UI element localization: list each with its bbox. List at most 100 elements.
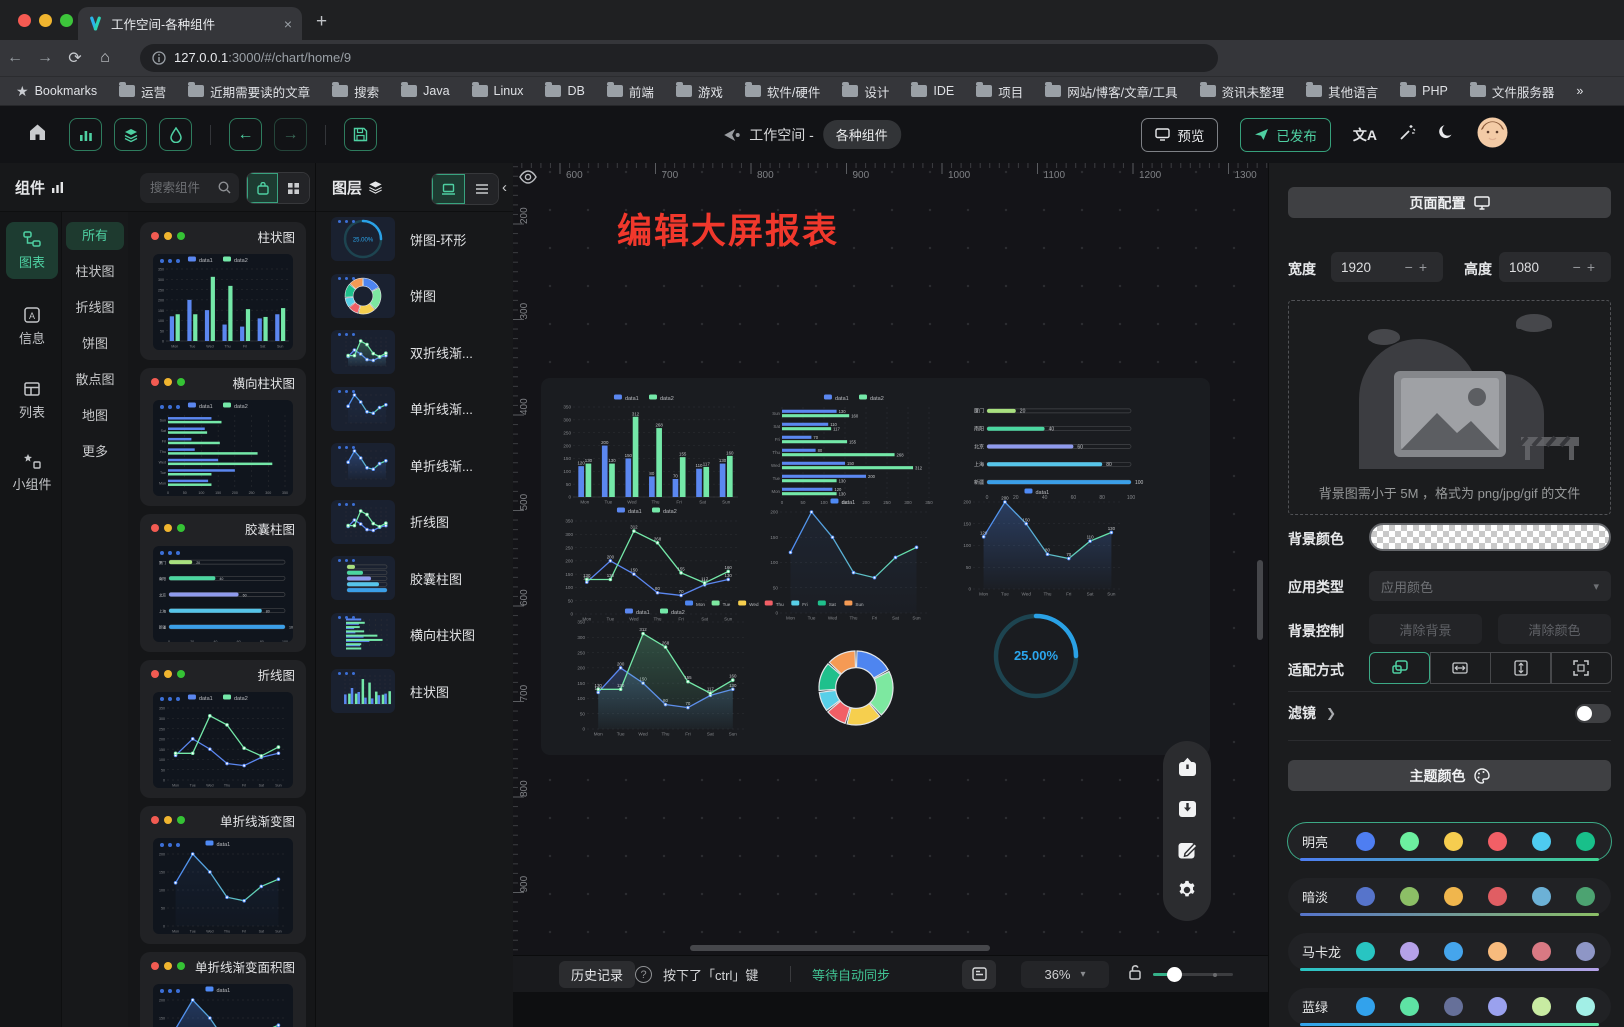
app-home-icon[interactable]: [28, 123, 47, 146]
fit-option-2[interactable]: [1490, 652, 1551, 684]
canvas-vertical-scrollbar[interactable]: [1257, 560, 1263, 640]
canvas-horizontal-scrollbar[interactable]: [690, 945, 990, 951]
bookmark-item[interactable]: 搜索: [332, 82, 379, 101]
single-view-toggle[interactable]: [247, 173, 278, 203]
bookmark-item[interactable]: 资讯未整理: [1200, 82, 1285, 101]
category-折线图[interactable]: 折线图: [66, 294, 124, 322]
back-icon[interactable]: ←: [0, 49, 30, 67]
zoom-slider-knob[interactable]: [1167, 967, 1182, 982]
bookmark-item[interactable]: 网站/博客/文章/工具: [1045, 82, 1177, 101]
guides-eye-icon[interactable]: [518, 167, 538, 187]
fit-option-1[interactable]: [1430, 652, 1491, 684]
layer-item-折线图[interactable]: 折线图: [331, 500, 449, 544]
workspace-name-pill[interactable]: 各种组件: [823, 120, 901, 149]
settings-gear-icon[interactable]: [1176, 879, 1198, 906]
layer-item-单折线渐...[interactable]: 单折线渐...: [331, 387, 473, 431]
bookmark-item[interactable]: Java: [401, 84, 449, 98]
home-icon[interactable]: ⌂: [90, 49, 120, 67]
background-upload-area[interactable]: 背景图需小于 5M ，格式为 png/jpg/gif 的文件: [1288, 300, 1611, 515]
dark-mode-moon-icon[interactable]: [1438, 124, 1455, 146]
bookmark-item[interactable]: 软件/硬件: [745, 82, 820, 101]
bookmark-item[interactable]: 游戏: [676, 82, 723, 101]
preview-chart-donut[interactable]: MonTueWedThuFriSatSun: [619, 598, 937, 750]
edit-icon[interactable]: [1176, 839, 1198, 866]
theme-row-马卡龙[interactable]: 马卡龙: [1288, 933, 1611, 970]
layer-item-双折线渐...[interactable]: 双折线渐...: [331, 330, 473, 374]
export-icon[interactable]: [1176, 756, 1199, 784]
layer-list-view-toggle[interactable]: [465, 174, 498, 204]
category-散点图[interactable]: 散点图: [66, 366, 124, 394]
undo-button[interactable]: ←: [229, 118, 262, 151]
layer-item-饼图[interactable]: 饼图: [331, 274, 436, 318]
layer-item-柱状图[interactable]: 柱状图: [331, 669, 449, 713]
align-panel-button[interactable]: [962, 960, 996, 989]
preview-chart-hbar[interactable]: data1data2050100150200250300350120200150…: [763, 392, 955, 508]
layer-item-饼图-环形[interactable]: 25.00%饼图-环形: [331, 217, 466, 261]
bookmark-item[interactable]: IDE: [911, 84, 954, 98]
layer-item-胶囊柱图[interactable]: 胶囊柱图: [331, 556, 462, 600]
publish-button[interactable]: 已发布: [1240, 118, 1331, 152]
layer-thumb-view-toggle[interactable]: [432, 174, 465, 204]
user-avatar[interactable]: [1477, 117, 1508, 153]
preview-chart-ring[interactable]: 25.00%: [989, 608, 1083, 704]
component-card-hbar[interactable]: 横向柱状图data1data2050100150200250300350MonT…: [140, 368, 306, 506]
theme-row-明亮[interactable]: 明亮: [1288, 823, 1611, 860]
category-地图[interactable]: 地图: [66, 402, 124, 430]
editor-canvas[interactable]: 6007008009001000110012001300200300400500…: [513, 163, 1268, 955]
preview-chart-bar[interactable]: data1data2050100150200250300350120200150…: [556, 392, 742, 508]
fit-option-3[interactable]: [1551, 652, 1612, 684]
page-config-header[interactable]: 页面配置: [1288, 187, 1611, 218]
import-icon[interactable]: [1176, 797, 1199, 825]
grid-view-toggle[interactable]: [278, 173, 309, 203]
lock-icon[interactable]: [1128, 964, 1142, 985]
category-柱状图[interactable]: 柱状图: [66, 258, 124, 286]
bookmark-item[interactable]: 设计: [842, 82, 889, 101]
clear-background-button[interactable]: 清除背景: [1369, 614, 1482, 644]
bookmarks-root[interactable]: ★Bookmarks: [16, 83, 97, 100]
bookmark-item[interactable]: Linux: [472, 84, 524, 98]
save-button[interactable]: [344, 118, 377, 151]
component-card-lineDual[interactable]: 折线图data1data2050100150200250300350MonTue…: [140, 660, 306, 798]
redo-button[interactable]: →: [274, 118, 307, 151]
window-minimize-button[interactable]: [39, 14, 52, 27]
theme-color-header[interactable]: 主题颜色: [1288, 760, 1611, 791]
preview-button[interactable]: 预览: [1141, 118, 1218, 152]
forward-icon[interactable]: →: [30, 49, 60, 67]
magic-wand-icon[interactable]: [1399, 124, 1416, 146]
translate-icon[interactable]: 文A: [1353, 125, 1377, 145]
bookmark-item[interactable]: 其他语言: [1306, 82, 1378, 101]
width-stepper[interactable]: 1920−+: [1331, 252, 1443, 282]
sidebar-item-列表[interactable]: 列表: [6, 372, 58, 429]
clear-color-button[interactable]: 清除颜色: [1498, 614, 1611, 644]
sidebar-item-信息[interactable]: A信息: [6, 298, 58, 355]
bg-color-swatch[interactable]: [1369, 523, 1611, 551]
browser-tab[interactable]: 工作空间-各种组件 ×: [78, 7, 302, 40]
filter-droplet-button[interactable]: [159, 118, 192, 151]
dashboard-preview-group[interactable]: data1data2050100150200250300350120200150…: [541, 378, 1210, 755]
layers-mode-button[interactable]: [114, 118, 147, 151]
bookmark-item[interactable]: 文件服务器: [1470, 82, 1555, 101]
tab-close-icon[interactable]: ×: [284, 16, 292, 32]
big-screen-title-text[interactable]: 编辑大屏报表: [617, 203, 839, 254]
url-bar[interactable]: 127.0.0.1:3000/#/chart/home/9: [140, 44, 1218, 72]
preview-chart-lineAreaSingle[interactable]: data10501001502001202001508070110130MonT…: [956, 486, 1128, 600]
bookmark-item[interactable]: 运营: [119, 82, 166, 101]
new-tab-button[interactable]: +: [316, 12, 327, 31]
component-card-capsule[interactable]: 胶囊柱图厦门20南阳40北京60上海80新疆100020406080100: [140, 514, 306, 652]
category-更多[interactable]: 更多: [66, 438, 124, 466]
site-info-icon[interactable]: [152, 51, 166, 65]
bookmark-item[interactable]: PHP: [1400, 84, 1448, 98]
bookmark-item[interactable]: DB: [545, 84, 584, 98]
history-button[interactable]: 历史记录: [559, 961, 635, 988]
category-饼图[interactable]: 饼图: [66, 330, 124, 358]
help-icon[interactable]: ?: [635, 966, 652, 983]
component-card-lineSingle[interactable]: 单折线渐变图data1050100150200MonTueWedThuFriSa…: [140, 806, 306, 944]
chart-mode-button[interactable]: [69, 118, 102, 151]
app-type-select[interactable]: 应用颜色▾: [1369, 571, 1611, 601]
collapse-panel-icon[interactable]: ‹: [502, 179, 507, 196]
sidebar-item-小组件[interactable]: 小组件: [6, 444, 58, 501]
theme-row-暗淡[interactable]: 暗淡: [1288, 878, 1611, 915]
zoom-select[interactable]: 36%▾: [1021, 961, 1109, 988]
filter-toggle[interactable]: [1575, 704, 1611, 723]
bookmark-item[interactable]: 前端: [607, 82, 654, 101]
